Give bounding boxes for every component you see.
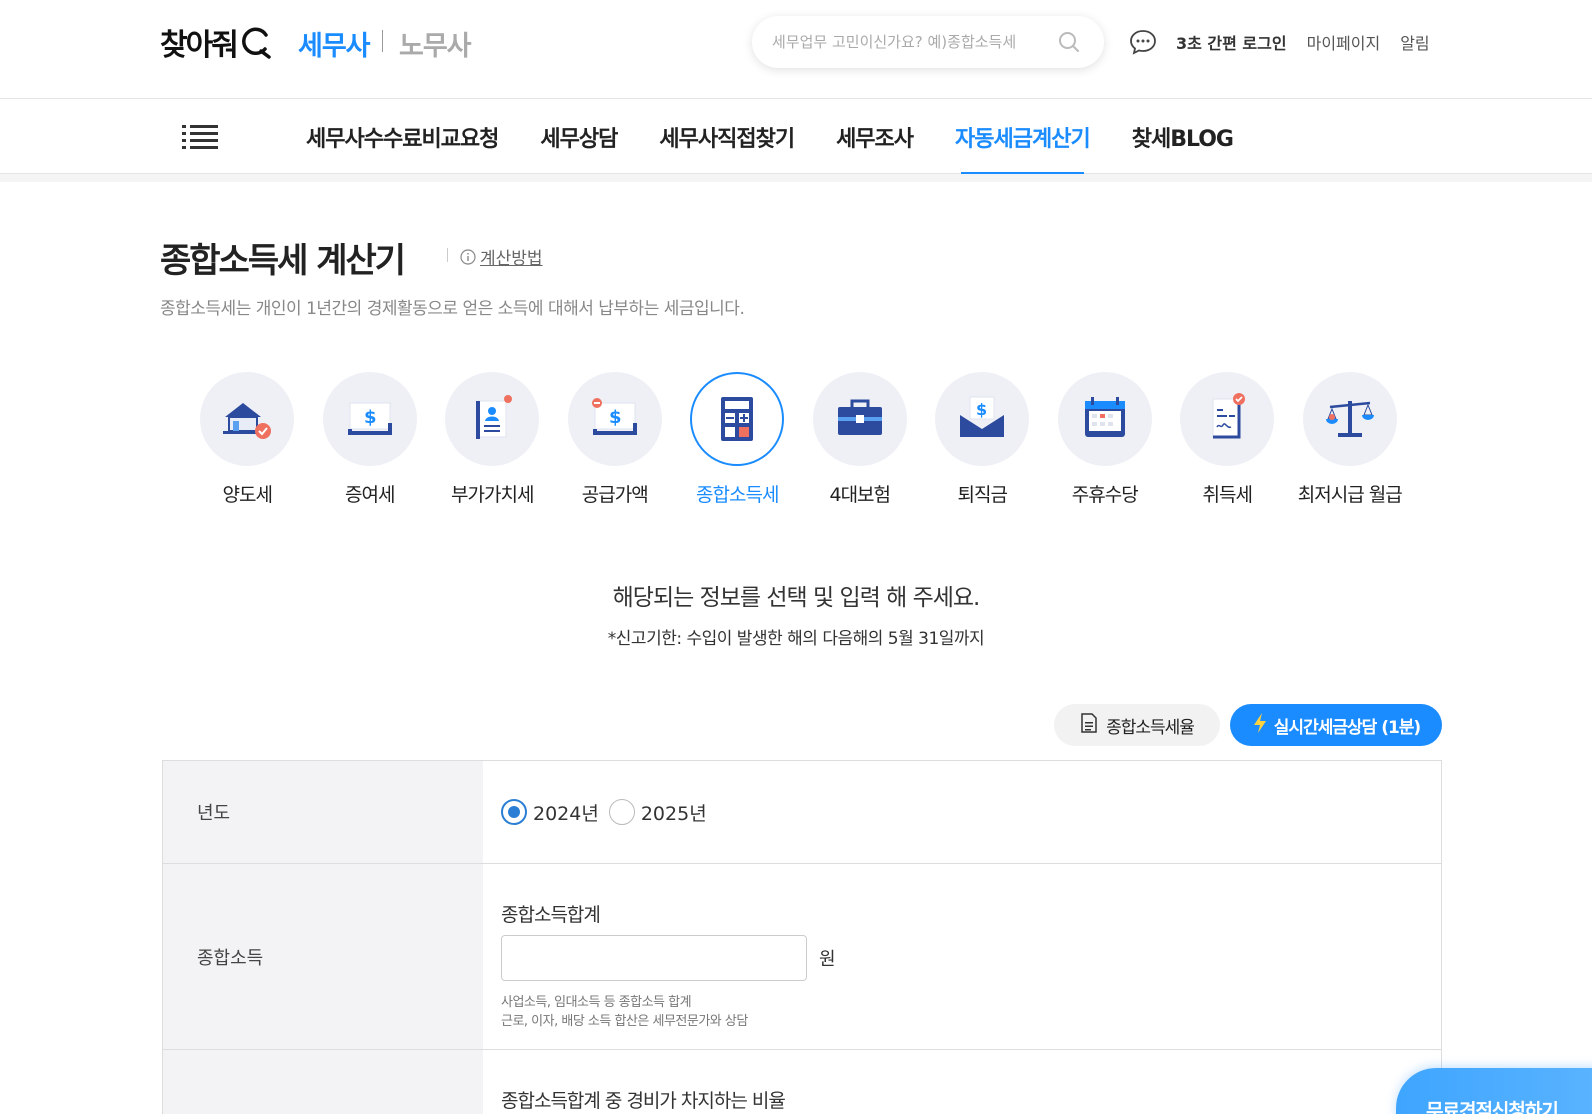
income-field-line: 원 <box>501 935 1441 981</box>
year-option-label: 2025년 <box>640 802 707 825</box>
income-label: 종합소득 <box>163 864 483 1049</box>
menu-icon[interactable] <box>182 124 218 150</box>
nav-item-consult[interactable]: 세무상담 <box>519 100 638 174</box>
form-row-year: 년도 2024년 2025년 <box>163 761 1441 864</box>
magnifier-icon <box>239 25 273 59</box>
calc-item-acquisition-tax[interactable]: 취득세 <box>1166 372 1289 507</box>
info-icon <box>460 248 476 265</box>
radio-unchecked-icon <box>608 799 635 825</box>
expense-label <box>163 1050 483 1114</box>
income-tax-rate-button[interactable]: 종합소득세율 <box>1054 704 1220 746</box>
briefcase-icon <box>812 372 907 466</box>
year-options: 2024년 2025년 <box>483 761 1441 863</box>
nav-item-blog[interactable]: 찾세BLOG <box>1111 100 1254 174</box>
page-description: 종합소득세는 개인이 1년간의 경제활동으로 얻은 소득에 대해서 납부하는 세… <box>160 299 745 319</box>
income-field-label: 종합소득합계 <box>501 904 601 926</box>
expense-field-label: 종합소득합계 중 경비가 차지하는 비율 <box>501 1090 786 1112</box>
logo[interactable]: 찾아줘 <box>160 22 273 63</box>
nav-shadow <box>0 174 1592 182</box>
year-option-label: 2024년 <box>533 802 599 825</box>
svg-text:$: $ <box>609 407 622 428</box>
form-row-expense: 종합소득합계 중 경비가 차지하는 비율 <box>163 1050 1441 1114</box>
envelope-money-icon: $ <box>935 372 1030 466</box>
nav-item-tax-audit[interactable]: 세무조사 <box>815 100 934 174</box>
income-content: 종합소득합계 원 사업소득, 임대소득 등 종합소득 합계 근로, 이자, 배당… <box>483 864 1441 1049</box>
contract-icon <box>1180 372 1275 466</box>
income-hint: 사업소득, 임대소득 등 종합소득 합계 근로, 이자, 배당 소득 합산은 세… <box>501 993 1441 1031</box>
free-quote-button[interactable]: 무료견적신청하기 <box>1396 1068 1592 1114</box>
calc-item-transfer-tax[interactable]: 양도세 <box>186 372 309 507</box>
realtime-consult-button[interactable]: 실시간세금상담 (1분) <box>1230 704 1442 746</box>
year-label: 년도 <box>163 761 483 863</box>
money-gift-icon: $ <box>322 372 417 466</box>
income-unit: 원 <box>819 949 836 970</box>
house-icon <box>200 372 295 466</box>
service-labor-tab[interactable]: 노무사 <box>399 24 472 63</box>
service-tax-tab[interactable]: 세무사 <box>298 24 371 63</box>
income-total-input[interactable] <box>501 935 807 981</box>
svg-text:$: $ <box>364 407 377 428</box>
notice-text: 해당되는 정보를 선택 및 입력 해 주세요. <box>612 585 981 611</box>
document-person-icon <box>445 372 540 466</box>
calc-label: 공급가액 <box>581 484 649 506</box>
page-title: 종합소득세 계산기 <box>160 241 406 281</box>
rate-button-label: 종합소득세율 <box>1106 717 1195 738</box>
search-box <box>752 16 1104 68</box>
nav-item-tax-calculator[interactable]: 자동세금계산기 <box>934 100 1111 175</box>
search-icon[interactable] <box>1058 31 1080 53</box>
income-hint-line-1: 사업소득, 임대소득 등 종합소득 합계 <box>501 995 692 1010</box>
expense-content: 종합소득합계 중 경비가 차지하는 비율 <box>483 1050 1441 1114</box>
calculation-method-link[interactable]: 계산방법 <box>460 244 543 269</box>
header: 찾아줘 세무사 노무사 3초 간편 로그인 마이페이지 알림 <box>0 0 1592 99</box>
calc-label: 퇴직금 <box>957 484 1008 506</box>
logo-text: 찾아줘 <box>160 28 239 63</box>
calc-item-income-tax[interactable]: 종합소득세 <box>676 372 799 507</box>
calc-item-weekly-allowance[interactable]: 주휴수당 <box>1044 372 1167 507</box>
calc-label: 양도세 <box>222 484 273 506</box>
scale-icon <box>1302 372 1397 466</box>
lightning-icon <box>1252 712 1268 739</box>
calc-item-insurance[interactable]: 4대보험 <box>799 372 922 507</box>
nav-item-find-accountant[interactable]: 세무사직접찾기 <box>638 100 815 174</box>
calc-label: 부가가치세 <box>451 484 534 506</box>
calculator-list: 양도세 $ 증여세 부가가치세 $ 공급가액 종합소득세 4대보험 $ 퇴직금 <box>186 372 1411 507</box>
calc-item-severance[interactable]: $ 퇴직금 <box>921 372 1044 507</box>
alarm-link[interactable]: 알림 <box>1400 30 1429 54</box>
login-link[interactable]: 3초 간편 로그인 <box>1176 30 1287 54</box>
calculator-form: 년도 2024년 2025년 종합소득 종합소득합계 원 사업소득, 임대소득 … <box>162 760 1442 1114</box>
income-hint-line-2: 근로, 이자, 배당 소득 합산은 세무전문가와 상담 <box>501 1014 748 1029</box>
title-divider <box>447 248 448 262</box>
calc-label: 최저시급 월급 <box>1297 484 1403 506</box>
top-links: 3초 간편 로그인 마이페이지 알림 <box>1176 30 1430 54</box>
calc-label: 증여세 <box>345 484 395 506</box>
nav-item-fee-compare[interactable]: 세무사수수료비교요청 <box>306 100 519 174</box>
calc-item-min-wage[interactable]: 최저시급 월급 <box>1289 372 1412 507</box>
calc-label: 취득세 <box>1202 484 1253 506</box>
calc-label: 4대보험 <box>829 484 891 506</box>
calculator-icon <box>690 372 785 466</box>
year-option-2025[interactable]: 2025년 <box>608 799 707 826</box>
chat-icon[interactable] <box>1128 28 1158 56</box>
calc-item-vat[interactable]: 부가가치세 <box>431 372 554 507</box>
main-nav: 세무사수수료비교요청 세무상담 세무사직접찾기 세무조사 자동세금계산기 찾세B… <box>0 100 1592 175</box>
calc-label: 주휴수당 <box>1071 484 1139 506</box>
calendar-icon <box>1057 372 1152 466</box>
radio-checked-icon <box>501 799 527 825</box>
method-link-label: 계산방법 <box>480 249 543 269</box>
calc-item-gift-tax[interactable]: $ 증여세 <box>309 372 432 507</box>
svg-text:$: $ <box>976 400 987 419</box>
service-divider <box>382 30 383 52</box>
year-option-2024[interactable]: 2024년 <box>501 799 599 826</box>
form-row-income: 종합소득 종합소득합계 원 사업소득, 임대소득 등 종합소득 합계 근로, 이… <box>163 864 1441 1050</box>
nav-items: 세무사수수료비교요청 세무상담 세무사직접찾기 세무조사 자동세금계산기 찾세B… <box>306 100 1254 175</box>
mypage-link[interactable]: 마이페이지 <box>1307 30 1381 54</box>
document-icon <box>1080 712 1098 738</box>
money-minus-icon: $ <box>567 372 662 466</box>
consult-button-label: 실시간세금상담 (1분) <box>1273 717 1421 738</box>
calc-item-supply-value[interactable]: $ 공급가액 <box>554 372 677 507</box>
calc-label: 종합소득세 <box>696 484 779 506</box>
deadline-text: *신고기한: 수입이 발생한 해의 다음해의 5월 31일까지 <box>607 629 985 649</box>
search-input[interactable] <box>772 33 1052 51</box>
